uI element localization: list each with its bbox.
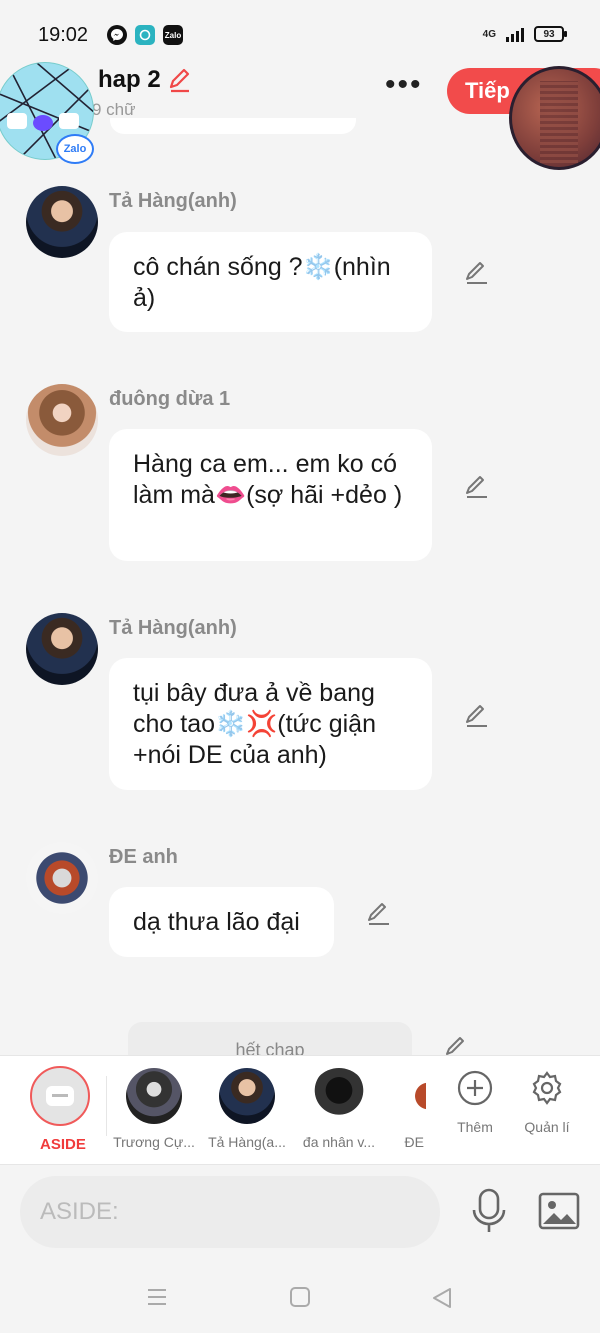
messenger-mini-icon	[33, 115, 53, 131]
add-character-button[interactable]: Thêm	[443, 1070, 507, 1135]
message-bubble[interactable]: Hàng ca em... em ko có làm mà👄(sợ hãi +d…	[109, 429, 432, 561]
manage-label: Quản lí	[524, 1119, 570, 1135]
sender-name: Tả Hàng(anh)	[109, 190, 237, 212]
character-item[interactable]: Trương Cự...	[109, 1068, 199, 1150]
status-time: 19:02	[38, 24, 89, 46]
system-nav-bar	[0, 1270, 600, 1333]
word-count: 9 chữ	[92, 100, 136, 119]
avatar[interactable]	[26, 384, 98, 456]
edit-title-icon[interactable]	[167, 67, 193, 93]
sender-name: Tả Hàng(anh)	[109, 617, 237, 639]
message-bubble[interactable]: dạ thưa lão đại	[109, 887, 334, 957]
character-avatar	[219, 1068, 275, 1124]
gear-icon	[532, 1071, 562, 1105]
battery-level: 93	[543, 28, 555, 40]
menu-icon[interactable]	[146, 1286, 168, 1308]
manage-button[interactable]: Quản lí	[515, 1070, 579, 1135]
status-app-icons: Zalo	[107, 25, 183, 45]
edit-icon[interactable]	[364, 900, 392, 928]
character-item[interactable]: ĐE	[380, 1068, 426, 1150]
character-avatar	[406, 1068, 426, 1124]
character-bar: ASIDE Trương Cự... Tả Hàng(a... đa nhân …	[0, 1055, 600, 1165]
home-icon[interactable]	[289, 1286, 311, 1308]
network-label: 4G	[482, 28, 496, 40]
signal-icon	[506, 26, 524, 42]
edit-icon[interactable]	[462, 702, 490, 730]
zalo-mini-icon-2	[59, 113, 79, 129]
plus-circle-icon	[457, 1070, 493, 1106]
message-bubble[interactable]: tụi bây đưa ả về bang cho tao❄️💢(tức giậ…	[109, 658, 432, 790]
edit-icon[interactable]	[462, 259, 490, 287]
divider	[106, 1076, 107, 1136]
building-image	[540, 81, 578, 163]
avatar[interactable]	[26, 613, 98, 685]
back-icon[interactable]	[430, 1286, 454, 1310]
character-avatar	[126, 1068, 182, 1124]
aside-button[interactable]	[30, 1066, 90, 1126]
messenger-icon	[107, 25, 127, 45]
status-bar: 19:02 Zalo 4G 93	[0, 0, 600, 64]
message-bubble[interactable]: cô chán sống ?❄️(nhìn ả)	[109, 232, 432, 332]
aside-input[interactable]: ASIDE:	[20, 1176, 440, 1248]
character-name: đa nhân v...	[302, 1134, 376, 1150]
character-item[interactable]: Tả Hàng(a...	[202, 1068, 292, 1150]
edit-icon[interactable]	[462, 473, 490, 501]
chapter-title-text: hap 2	[98, 66, 161, 93]
avatar[interactable]	[26, 186, 98, 258]
sender-name: đuông dừa 1	[109, 388, 231, 410]
character-item[interactable]: đa nhân v...	[294, 1068, 384, 1150]
add-label: Thêm	[457, 1119, 493, 1135]
avatar[interactable]	[26, 842, 98, 914]
message-app-icon	[135, 25, 155, 45]
character-avatar	[311, 1068, 367, 1124]
zalo-mini-icon	[7, 113, 27, 129]
aside-icon	[46, 1086, 74, 1106]
status-indicators: 4G 93	[482, 26, 567, 42]
zalo-badge[interactable]: Zalo	[56, 134, 94, 164]
zalo-icon: Zalo	[163, 25, 183, 45]
previous-message-bubble	[110, 118, 356, 134]
character-name: Tả Hàng(a...	[208, 1134, 286, 1150]
aside-label: ASIDE	[40, 1136, 86, 1153]
chapter-title[interactable]: hap 2	[98, 66, 193, 94]
character-name: ĐE	[404, 1134, 424, 1150]
more-options-button[interactable]: •••	[385, 70, 423, 100]
image-icon[interactable]	[538, 1192, 580, 1230]
character-name: Trương Cự...	[113, 1134, 195, 1150]
battery-icon: 93	[534, 26, 567, 42]
microphone-icon[interactable]	[468, 1188, 510, 1234]
sender-name: ĐE anh	[109, 846, 178, 868]
floating-photo-bubble[interactable]	[509, 66, 600, 170]
